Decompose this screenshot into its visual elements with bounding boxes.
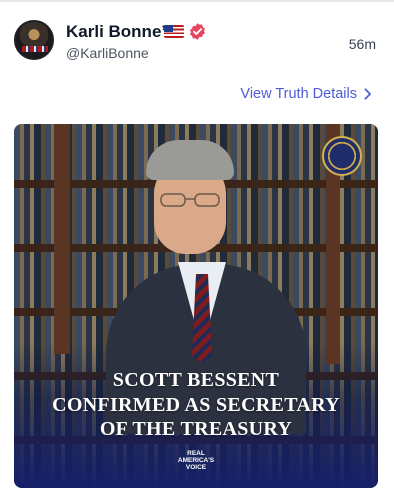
avatar[interactable] <box>14 20 54 60</box>
post-timestamp: 56m <box>348 36 376 52</box>
view-truth-details-label: View Truth Details <box>240 86 357 102</box>
headline-line-1: SCOTT BESSENT <box>112 369 280 391</box>
post-image[interactable]: SCOTT BESSENT CONFIRMED AS SECRETARY OF … <box>14 124 378 488</box>
presidential-seal-icon <box>322 136 362 176</box>
real-americas-voice-logo: REAL AMERICA'S VOICE <box>177 450 215 471</box>
us-flag-icon <box>164 25 184 38</box>
verified-badge-icon <box>190 23 205 40</box>
display-name[interactable]: Karli Bonne’ <box>66 22 166 42</box>
headline-line-2: CONFIRMED AS SECRETARY <box>52 394 340 416</box>
user-handle[interactable]: @KarliBonne <box>66 45 149 61</box>
view-truth-details-link[interactable]: View Truth Details <box>240 86 372 102</box>
chevron-right-icon <box>364 88 371 100</box>
headline-line-3: OF THE TREASURY <box>99 418 293 440</box>
post-header: Karli Bonne’ @KarliBonne 56m <box>14 18 380 70</box>
top-divider <box>0 0 394 2</box>
